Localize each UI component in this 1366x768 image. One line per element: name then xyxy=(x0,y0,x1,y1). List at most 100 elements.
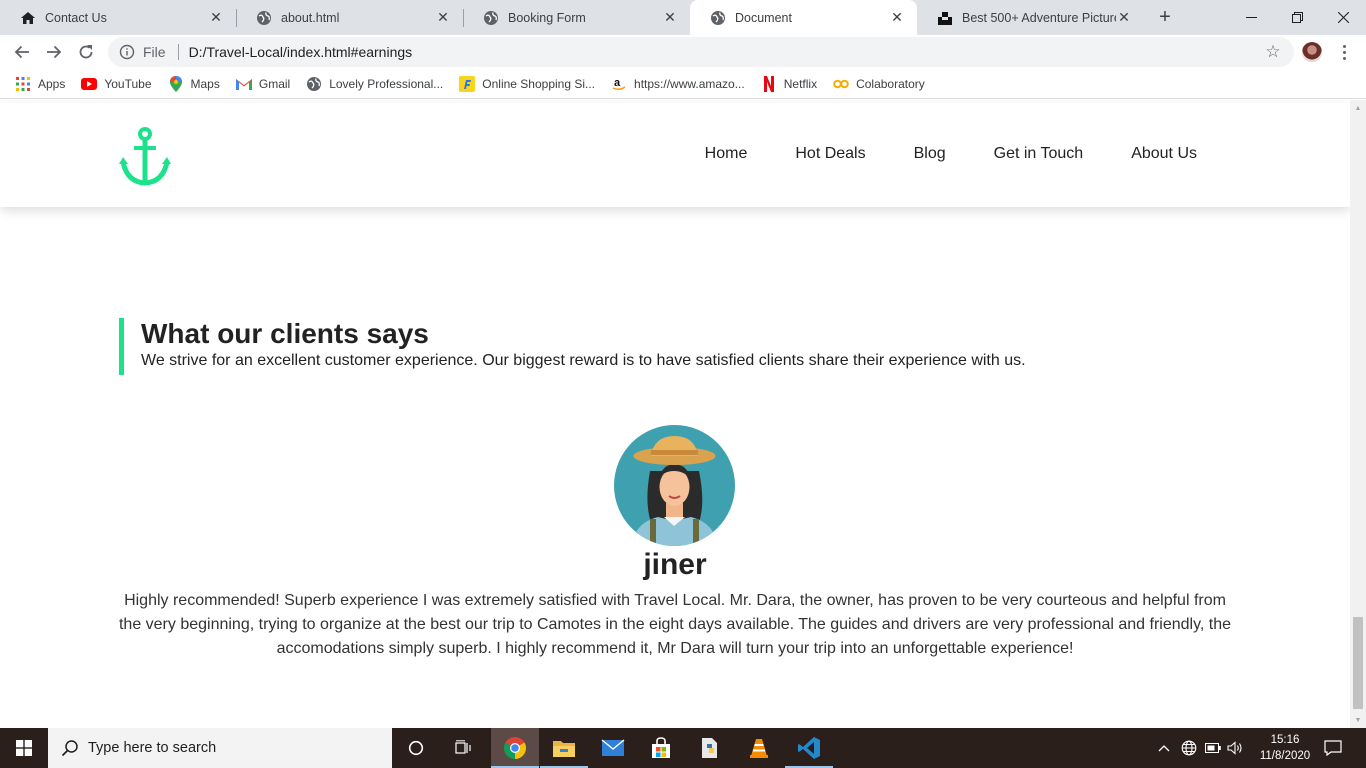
info-icon[interactable] xyxy=(119,44,135,60)
tab-document[interactable]: Document ✕ xyxy=(690,0,917,35)
amazon-icon: a xyxy=(611,76,627,92)
bookmark-amazon[interactable]: a https://www.amazo... xyxy=(611,76,745,92)
colab-icon xyxy=(833,76,849,92)
url-text[interactable]: D:/Travel-Local/index.html#earnings xyxy=(189,44,413,60)
tab-contact-us[interactable]: Contact Us ✕ xyxy=(0,0,236,35)
tab-strip: Contact Us ✕ about.html ✕ Booking Form ✕… xyxy=(0,0,1366,35)
client-name: jiner xyxy=(643,548,707,581)
section-subtitle: We strive for an excellent customer expe… xyxy=(141,352,1026,369)
maps-pin-icon xyxy=(168,75,184,92)
python-file-icon[interactable] xyxy=(686,728,734,768)
nav-hot-deals[interactable]: Hot Deals xyxy=(795,145,865,163)
bookmark-netflix[interactable]: Netflix xyxy=(761,75,818,92)
globe-icon xyxy=(306,76,322,92)
netflix-icon xyxy=(761,75,777,92)
bookmark-online-shopping[interactable]: Online Shopping Si... xyxy=(459,75,596,92)
bookmark-label: YouTube xyxy=(104,76,152,91)
apps-grid-icon xyxy=(15,76,31,92)
vscode-icon[interactable] xyxy=(785,728,833,768)
taskbar-search[interactable]: Type here to search xyxy=(48,728,392,768)
bookmark-label: Apps xyxy=(38,76,66,91)
url-scheme: File xyxy=(143,44,166,60)
bookmark-colaboratory[interactable]: Colaboratory xyxy=(833,76,925,92)
anchor-logo-icon[interactable] xyxy=(119,126,171,186)
minimize-button[interactable] xyxy=(1228,0,1274,35)
unsplash-icon xyxy=(937,10,953,26)
search-placeholder: Type here to search xyxy=(88,740,217,756)
tray-chevron-up-icon[interactable] xyxy=(1156,728,1172,768)
close-icon[interactable]: ✕ xyxy=(889,9,905,26)
volume-icon[interactable] xyxy=(1226,728,1246,768)
tab-title: Booking Form xyxy=(508,10,586,25)
bookmark-youtube[interactable]: YouTube xyxy=(81,76,152,92)
bookmark-label: Gmail xyxy=(258,76,291,91)
youtube-icon xyxy=(81,76,98,92)
tab-title: Document xyxy=(735,10,792,25)
vlc-icon[interactable] xyxy=(735,728,783,768)
new-tab-button[interactable]: + xyxy=(1153,5,1177,29)
tab-title: Best 500+ Adventure Pictures [ xyxy=(962,10,1116,25)
mail-icon[interactable] xyxy=(589,728,637,768)
network-globe-icon[interactable] xyxy=(1180,728,1198,768)
flipkart-icon xyxy=(459,75,476,92)
back-button[interactable] xyxy=(8,38,36,66)
tab-about[interactable]: about.html ✕ xyxy=(236,0,463,35)
close-icon[interactable]: ✕ xyxy=(208,9,224,26)
nav-about-us[interactable]: About Us xyxy=(1131,145,1197,163)
tab-adventure-pictures[interactable]: Best 500+ Adventure Pictures [ ✕ xyxy=(917,0,1144,35)
profile-avatar[interactable] xyxy=(1302,42,1322,62)
nav-home[interactable]: Home xyxy=(705,145,748,163)
bookmark-maps[interactable]: Maps xyxy=(168,75,220,92)
search-icon xyxy=(61,739,79,757)
restore-button[interactable] xyxy=(1274,0,1320,35)
taskbar-clock[interactable]: 15:16 11/8/2020 xyxy=(1250,730,1320,766)
bookmark-label: https://www.amazo... xyxy=(634,76,745,91)
tab-title: Contact Us xyxy=(45,10,107,25)
tab-booking-form[interactable]: Booking Form ✕ xyxy=(463,0,690,35)
nav-get-in-touch[interactable]: Get in Touch xyxy=(994,145,1084,163)
nav-blog[interactable]: Blog xyxy=(914,145,946,163)
main-nav: Home Hot Deals Blog Get in Touch About U… xyxy=(705,145,1197,163)
browser-menu-icon[interactable] xyxy=(1336,42,1352,62)
close-icon[interactable]: ✕ xyxy=(662,9,678,26)
task-view-icon[interactable] xyxy=(440,728,488,768)
site-header: Home Hot Deals Blog Get in Touch About U… xyxy=(0,103,1350,207)
home-icon xyxy=(20,10,36,26)
reload-button[interactable] xyxy=(72,38,100,66)
cortana-icon[interactable] xyxy=(392,728,440,768)
client-avatar xyxy=(614,425,735,546)
clock-time: 15:16 xyxy=(1270,734,1300,746)
bookmark-apps[interactable]: Apps xyxy=(15,76,65,92)
url-divider xyxy=(177,44,179,60)
bookmarks-bar: Apps YouTube Maps Gmail Lovely Professio… xyxy=(0,69,1366,99)
address-bar[interactable]: File D:/Travel-Local/index.html#earnings… xyxy=(108,37,1294,67)
bookmark-label: Lovely Professional... xyxy=(329,76,444,91)
bookmark-star-icon[interactable]: ☆ xyxy=(1264,42,1282,61)
close-window-button[interactable] xyxy=(1320,0,1366,35)
page-scrollbar[interactable]: ▲ ▼ xyxy=(1350,100,1366,728)
bookmark-label: Online Shopping Si... xyxy=(482,76,596,91)
bookmark-label: Colaboratory xyxy=(856,76,925,91)
bookmark-label: Netflix xyxy=(783,76,818,91)
close-icon[interactable]: ✕ xyxy=(435,9,451,26)
scrollbar-thumb[interactable] xyxy=(1353,617,1363,709)
windows-taskbar: Type here to search 15:16 11/8/2020 xyxy=(0,728,1366,768)
tab-title: about.html xyxy=(281,10,340,25)
store-icon[interactable] xyxy=(637,728,685,768)
browser-toolbar: File D:/Travel-Local/index.html#earnings… xyxy=(0,35,1366,69)
scroll-down-arrow-icon[interactable]: ▼ xyxy=(1350,712,1366,728)
file-explorer-icon[interactable] xyxy=(540,728,588,768)
forward-button[interactable] xyxy=(40,38,68,66)
notifications-icon[interactable] xyxy=(1320,728,1346,768)
close-icon[interactable]: ✕ xyxy=(1116,9,1132,26)
globe-icon xyxy=(483,10,499,26)
battery-icon[interactable] xyxy=(1204,728,1222,768)
globe-icon xyxy=(256,10,272,26)
bookmark-gmail[interactable]: Gmail xyxy=(235,76,291,92)
windows-start-icon[interactable] xyxy=(0,728,48,768)
svg-text:a: a xyxy=(614,77,621,89)
chrome-taskbar-icon[interactable] xyxy=(491,728,539,768)
testimonials-heading: What our clients says We strive for an e… xyxy=(119,318,1026,375)
bookmark-lovely-professional[interactable]: Lovely Professional... xyxy=(306,76,443,92)
scroll-up-arrow-icon[interactable]: ▲ xyxy=(1350,100,1366,116)
